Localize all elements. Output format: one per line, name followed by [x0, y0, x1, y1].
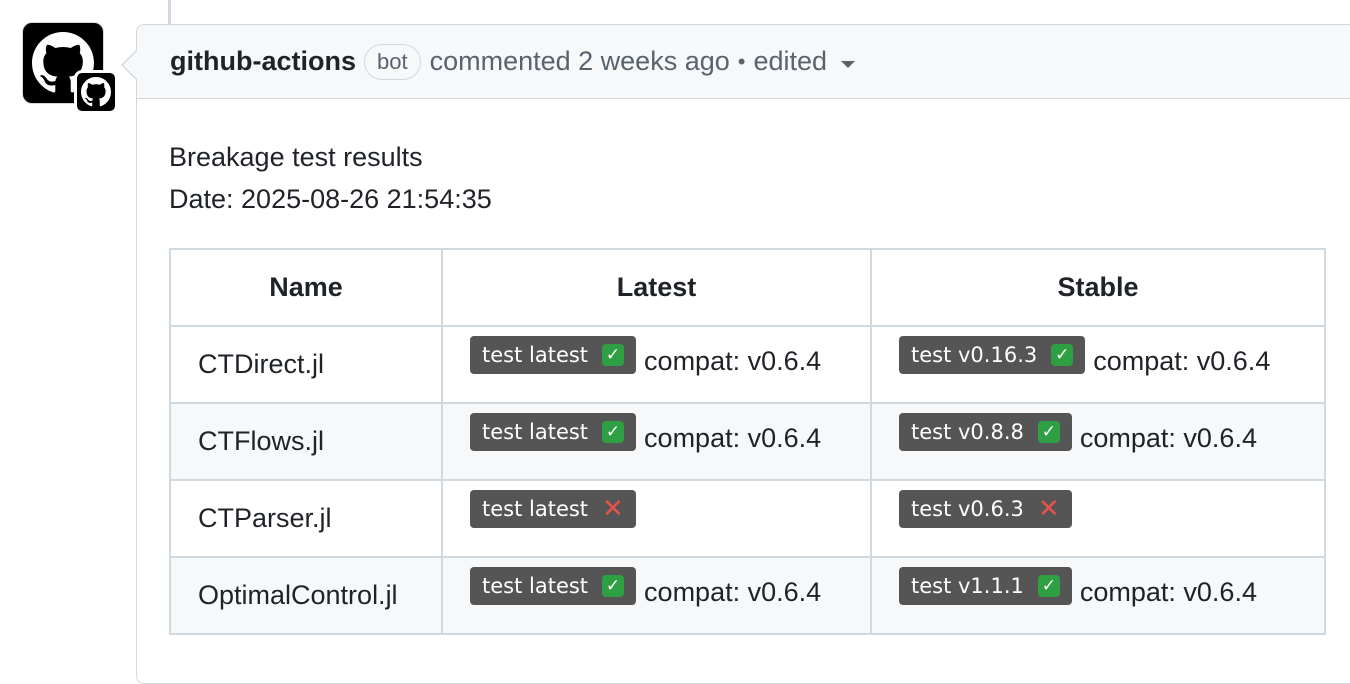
stable-cell: test v1.1.1 ✓ compat: v0.6.4: [870, 556, 1326, 635]
github-app-badge-icon: [74, 70, 118, 114]
badge-label: test latest: [482, 496, 589, 521]
badge-label: test latest: [482, 573, 589, 598]
test-badge[interactable]: test v0.6.3 ✕: [899, 489, 1072, 528]
header-separator: •: [737, 48, 746, 74]
check-mark-icon: ✓: [1037, 420, 1060, 443]
latest-cell: test latest ✓ compat: v0.6.4: [441, 402, 872, 481]
header-stable: Stable: [870, 248, 1326, 327]
package-name: OptimalControl.jl: [169, 556, 443, 635]
compat-text: compat: v0.6.4: [1079, 422, 1257, 453]
results-date: Date: 2025-08-26 21:54:35: [169, 184, 492, 214]
badge-label: test v0.16.3: [911, 342, 1038, 367]
edited-menu-button[interactable]: edited: [753, 46, 856, 77]
header-latest: Latest: [441, 248, 872, 327]
results-table: Name Latest Stable CTDirect.jl test late…: [169, 248, 1326, 635]
test-badge[interactable]: test v0.8.8 ✓: [899, 412, 1072, 451]
edited-label: edited: [753, 46, 828, 76]
comment-pointer-fill: [123, 51, 137, 79]
cross-mark-icon: ✕: [602, 493, 624, 524]
table-row: CTFlows.jl test latest ✓ compat: v0.6.4 te…: [169, 402, 1326, 481]
latest-cell: test latest ✓ compat: v0.6.4: [441, 556, 872, 635]
latest-cell: test latest ✕: [441, 479, 872, 558]
stable-cell: test v0.8.8 ✓ compat: v0.6.4: [870, 402, 1326, 481]
comment-timestamp[interactable]: commented 2 weeks ago: [430, 46, 730, 77]
cross-mark-icon: ✕: [1037, 493, 1060, 524]
results-title: Breakage test results: [169, 142, 423, 172]
compat-text: compat: v0.6.4: [644, 345, 822, 376]
latest-cell: test latest ✓ compat: v0.6.4: [441, 325, 872, 404]
check-mark-icon: ✓: [602, 420, 625, 443]
package-name: CTParser.jl: [169, 479, 443, 558]
caret-down-icon: [841, 61, 856, 68]
comment-header: github-actions bot commented 2 weeks ago…: [137, 25, 1350, 99]
test-badge[interactable]: test latest ✓: [470, 566, 637, 605]
badge-label: test latest: [482, 342, 589, 367]
comment-body: Breakage test results Date: 2025-08-26 2…: [169, 136, 492, 220]
badge-label: test v1.1.1: [911, 573, 1024, 598]
bot-label: bot: [363, 43, 421, 80]
test-badge[interactable]: test latest ✓: [470, 412, 637, 451]
compat-text: compat: v0.6.4: [1093, 345, 1271, 376]
compat-text: compat: v0.6.4: [644, 422, 822, 453]
package-name: CTDirect.jl: [169, 325, 443, 404]
badge-label: test v0.6.3: [911, 496, 1024, 521]
table-header-row: Name Latest Stable: [169, 248, 1326, 327]
compat-text: compat: v0.6.4: [644, 576, 822, 607]
check-mark-icon: ✓: [602, 343, 625, 366]
compat-text: compat: v0.6.4: [1079, 576, 1257, 607]
test-badge[interactable]: test latest ✓: [470, 335, 637, 374]
header-name: Name: [169, 248, 443, 327]
author-link[interactable]: github-actions: [170, 46, 356, 77]
package-name: CTFlows.jl: [169, 402, 443, 481]
badge-label: test v0.8.8: [911, 419, 1024, 444]
stable-cell: test v0.6.3 ✕: [870, 479, 1326, 558]
timeline-line: [168, 0, 171, 24]
check-mark-icon: ✓: [1037, 574, 1060, 597]
test-badge[interactable]: test v0.16.3 ✓: [899, 335, 1086, 374]
test-badge[interactable]: test v1.1.1 ✓: [899, 566, 1072, 605]
table-row: OptimalControl.jl test latest ✓ compat: v0…: [169, 556, 1326, 635]
check-mark-icon: ✓: [602, 574, 625, 597]
table-row: CTParser.jl test latest ✕ test v0.6.3 ✕: [169, 479, 1326, 558]
badge-label: test latest: [482, 419, 589, 444]
stable-cell: test v0.16.3 ✓ compat: v0.6.4: [870, 325, 1326, 404]
test-badge[interactable]: test latest ✕: [470, 489, 636, 528]
check-mark-icon: ✓: [1051, 343, 1074, 366]
table-row: CTDirect.jl test latest ✓ compat: v0.6.4 t…: [169, 325, 1326, 404]
avatar[interactable]: [22, 22, 118, 118]
